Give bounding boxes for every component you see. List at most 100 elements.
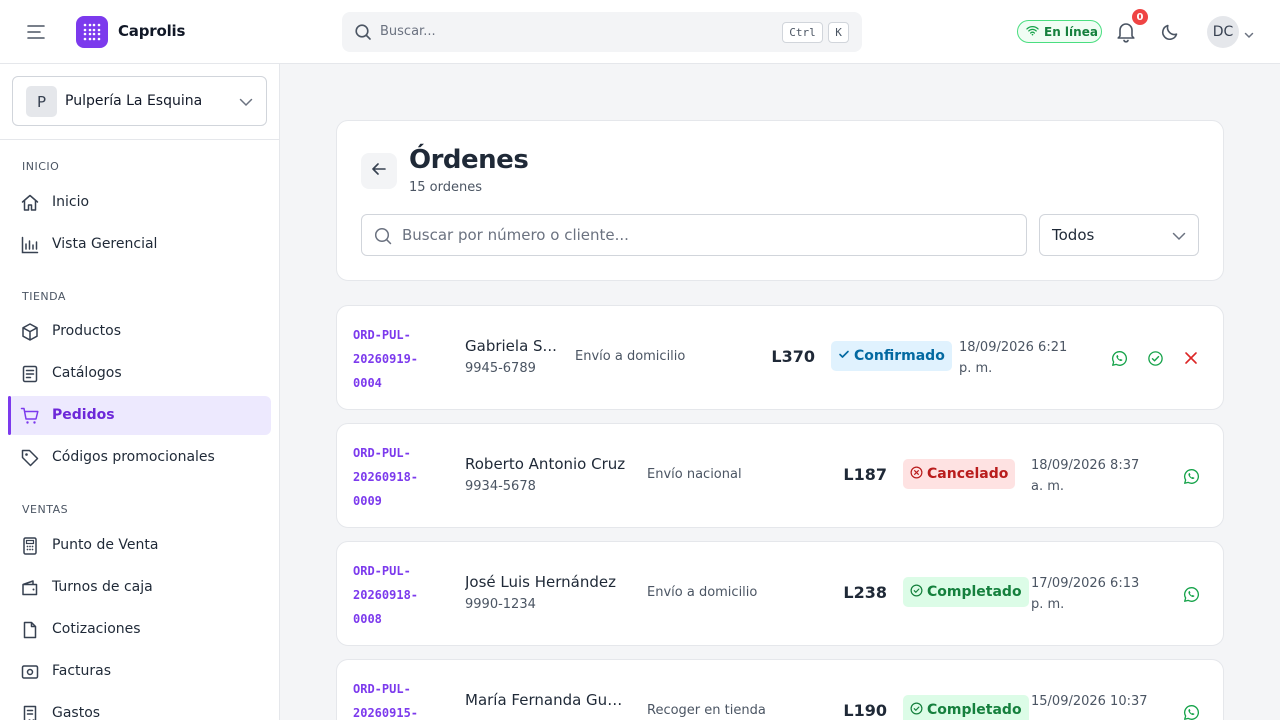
- customer-name: José Luis Hernández: [465, 573, 617, 591]
- order-number-line: 0009: [353, 494, 382, 508]
- sidebar-item-inicio[interactable]: Inicio: [8, 183, 271, 222]
- sidebar-item-label: Vista Gerencial: [52, 236, 158, 252]
- wallet-icon: [20, 578, 40, 598]
- order-number[interactable]: ORD-PUL- 20260918- 0008: [353, 559, 453, 631]
- store-initial: P: [26, 86, 57, 117]
- order-card[interactable]: ORD-PUL- 20260919- 0004 Gabriela S... 99…: [336, 305, 1224, 410]
- status-label: Completado: [927, 584, 1022, 600]
- tag-icon: [20, 448, 40, 468]
- brand-name[interactable]: Caprolis: [118, 22, 185, 40]
- sidebar-item-label: Inicio: [52, 194, 90, 210]
- sidebar-item-label: Cotizaciones: [52, 621, 141, 637]
- bell-icon[interactable]: [1115, 20, 1137, 44]
- sidebar-item-label: Códigos promocionales: [52, 449, 215, 465]
- x-circle-icon: [910, 466, 923, 483]
- check-circle-icon: [910, 584, 923, 601]
- expense-icon: [20, 704, 40, 720]
- order-number-line: ORD-PUL-: [353, 682, 411, 696]
- order-card[interactable]: ORD-PUL- 20260918- 0008 José Luis Hernán…: [336, 541, 1224, 646]
- order-search-input[interactable]: Buscar por número o cliente...: [361, 214, 1027, 256]
- order-card[interactable]: ORD-PUL- 20260915- María Fernanda Guti..…: [336, 659, 1224, 720]
- status-badge: Completado: [903, 695, 1029, 720]
- page-title: Órdenes: [409, 145, 529, 175]
- section-label-inicio: INICIO: [22, 160, 60, 173]
- order-number[interactable]: ORD-PUL- 20260918- 0009: [353, 441, 453, 513]
- sidebar-item-punto-de-venta[interactable]: Punto de Venta: [8, 526, 271, 565]
- sidebar: P Pulpería La Esquina INICIO Inicio Vist…: [0, 64, 280, 720]
- box-icon: [20, 322, 40, 342]
- whatsapp-icon[interactable]: [1181, 584, 1201, 604]
- moon-icon[interactable]: [1160, 22, 1180, 42]
- status-filter-select[interactable]: Todos: [1039, 214, 1199, 256]
- sidebar-item-label: Turnos de caja: [52, 579, 153, 595]
- sidebar-item-gastos[interactable]: Gastos: [8, 694, 271, 720]
- customer-name: María Fernanda Guti...: [465, 691, 627, 709]
- confirm-icon[interactable]: [1145, 348, 1165, 368]
- sidebar-item-cotizaciones[interactable]: Cotizaciones: [8, 610, 271, 649]
- order-search-placeholder: Buscar por número o cliente...: [402, 226, 629, 244]
- sidebar-item-pedidos[interactable]: Pedidos: [8, 396, 271, 435]
- chevron-down-icon: [237, 93, 255, 115]
- order-card[interactable]: ORD-PUL- 20260918- 0009 Roberto Antonio …: [336, 423, 1224, 528]
- status-badge: Cancelado: [903, 459, 1016, 489]
- status-badge: Confirmado: [831, 341, 952, 371]
- whatsapp-icon[interactable]: [1109, 348, 1129, 368]
- status-label: Completado: [927, 702, 1022, 718]
- sidebar-item-label: Facturas: [52, 663, 112, 679]
- shipping-method: Envío a domicilio: [647, 585, 758, 600]
- sidebar-item-vista-gerencial[interactable]: Vista Gerencial: [8, 225, 271, 264]
- sidebar-item-facturas[interactable]: Facturas: [8, 652, 271, 691]
- order-total: L370: [771, 347, 815, 366]
- status-filter-value: Todos: [1052, 226, 1095, 244]
- whatsapp-icon[interactable]: [1181, 466, 1201, 486]
- sidebar-item-label: Catálogos: [52, 365, 122, 381]
- logo-icon[interactable]: [76, 16, 108, 48]
- store-name: Pulpería La Esquina: [65, 93, 203, 109]
- status-badge: Completado: [903, 577, 1029, 607]
- order-total: L238: [843, 583, 887, 602]
- top-bar: Caprolis Buscar... Ctrl K En línea 0 DC: [0, 0, 1280, 64]
- order-date-line: p. m.: [1031, 597, 1065, 612]
- menu-icon[interactable]: [24, 20, 48, 44]
- customer-phone: 9990-1234: [465, 597, 536, 612]
- section-label-ventas: VENTAS: [22, 503, 69, 516]
- sidebar-item-turnos-de-caja[interactable]: Turnos de caja: [8, 568, 271, 607]
- order-date-line: p. m.: [959, 361, 993, 376]
- order-number[interactable]: ORD-PUL- 20260915-: [353, 677, 453, 720]
- shipping-method: Envío a domicilio: [575, 349, 686, 364]
- order-date: 18/09/2026 8:37 a. m.: [1031, 455, 1161, 497]
- status-label: Cancelado: [927, 466, 1009, 482]
- order-number-line: 20260915-: [353, 706, 419, 720]
- sidebar-item-codigos-promocionales[interactable]: Códigos promocionales: [8, 438, 271, 477]
- sidebar-item-catalogos[interactable]: Catálogos: [8, 354, 271, 393]
- search-icon: [354, 23, 372, 45]
- back-button[interactable]: [361, 153, 397, 189]
- notification-count-badge: 0: [1132, 9, 1148, 25]
- order-count: 15 ordenes: [409, 180, 483, 195]
- chevron-down-icon: [1170, 227, 1188, 249]
- cart-icon: [20, 406, 40, 426]
- order-date-line: 17/09/2026 6:13: [1031, 576, 1140, 591]
- search-icon: [373, 226, 393, 250]
- order-date-line: a. m.: [1031, 479, 1065, 494]
- order-date: 18/09/2026 6:21 p. m.: [959, 337, 1089, 379]
- cancel-icon[interactable]: [1181, 348, 1201, 368]
- document-icon: [20, 620, 40, 640]
- arrow-left-icon: [370, 160, 388, 182]
- store-selector[interactable]: P Pulpería La Esquina: [12, 76, 267, 126]
- order-number[interactable]: ORD-PUL- 20260919- 0004: [353, 323, 453, 395]
- receipt-icon: [20, 662, 40, 682]
- chevron-down-icon[interactable]: [1243, 26, 1255, 45]
- order-number-line: 20260918-: [353, 470, 419, 484]
- order-number-line: ORD-PUL-: [353, 564, 411, 578]
- avatar[interactable]: DC: [1207, 16, 1239, 48]
- order-number-line: 0004: [353, 376, 382, 390]
- customer-phone: 9945-6789: [465, 361, 536, 376]
- order-number-line: 0008: [353, 612, 382, 626]
- order-total: L190: [843, 701, 887, 720]
- sidebar-item-productos[interactable]: Productos: [8, 312, 271, 351]
- order-number-line: 20260919-: [353, 352, 419, 366]
- global-search[interactable]: Buscar... Ctrl K: [342, 12, 862, 52]
- whatsapp-icon[interactable]: [1181, 702, 1201, 720]
- orders-header-card: Órdenes 15 ordenes Buscar por número o c…: [336, 120, 1224, 281]
